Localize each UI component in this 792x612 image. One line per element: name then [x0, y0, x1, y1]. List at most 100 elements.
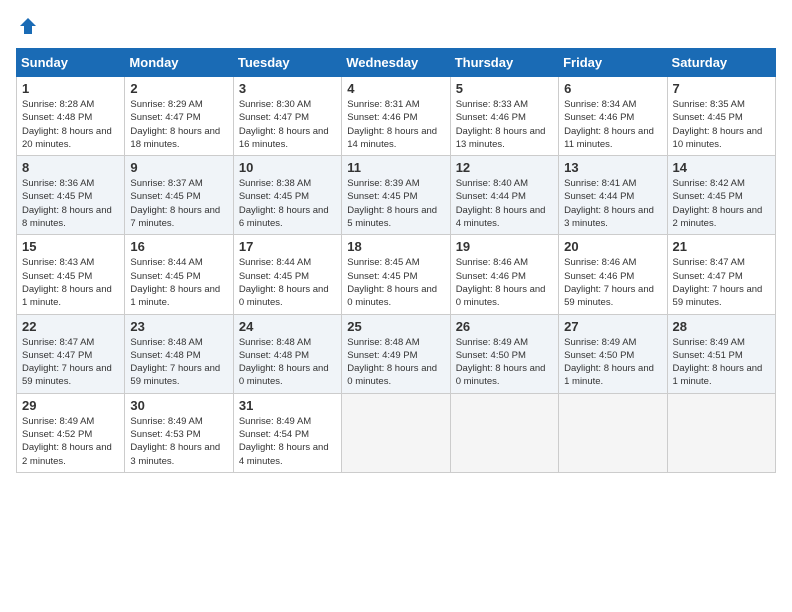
day-info: Sunrise: 8:33 AM Sunset: 4:46 PM Dayligh… — [456, 98, 553, 151]
sunrise-label: Sunrise: 8:42 AM — [673, 178, 745, 189]
day-info: Sunrise: 8:48 AM Sunset: 4:49 PM Dayligh… — [347, 336, 444, 389]
daylight-label: Daylight: 8 hours and 16 minutes. — [239, 126, 329, 150]
sunrise-label: Sunrise: 8:49 AM — [456, 337, 528, 348]
day-info: Sunrise: 8:30 AM Sunset: 4:47 PM Dayligh… — [239, 98, 336, 151]
daylight-label: Daylight: 8 hours and 2 minutes. — [22, 442, 112, 466]
sunrise-label: Sunrise: 8:49 AM — [130, 416, 202, 427]
sunrise-label: Sunrise: 8:46 AM — [456, 257, 528, 268]
sunrise-label: Sunrise: 8:49 AM — [22, 416, 94, 427]
daylight-label: Daylight: 8 hours and 6 minutes. — [239, 205, 329, 229]
sunrise-label: Sunrise: 8:45 AM — [347, 257, 419, 268]
sunrise-label: Sunrise: 8:29 AM — [130, 99, 202, 110]
day-info: Sunrise: 8:37 AM Sunset: 4:45 PM Dayligh… — [130, 177, 227, 230]
daylight-label: Daylight: 8 hours and 2 minutes. — [673, 205, 763, 229]
day-info: Sunrise: 8:39 AM Sunset: 4:45 PM Dayligh… — [347, 177, 444, 230]
day-info: Sunrise: 8:49 AM Sunset: 4:54 PM Dayligh… — [239, 415, 336, 468]
calendar-cell — [342, 393, 450, 472]
day-number: 9 — [130, 160, 227, 175]
day-info: Sunrise: 8:46 AM Sunset: 4:46 PM Dayligh… — [564, 256, 661, 309]
calendar-row-4: 29 Sunrise: 8:49 AM Sunset: 4:52 PM Dayl… — [17, 393, 776, 472]
sunrise-label: Sunrise: 8:48 AM — [239, 337, 311, 348]
day-number: 22 — [22, 319, 119, 334]
calendar-cell: 31 Sunrise: 8:49 AM Sunset: 4:54 PM Dayl… — [233, 393, 341, 472]
daylight-label: Daylight: 8 hours and 1 minute. — [564, 363, 654, 387]
calendar-cell: 3 Sunrise: 8:30 AM Sunset: 4:47 PM Dayli… — [233, 77, 341, 156]
calendar-cell: 4 Sunrise: 8:31 AM Sunset: 4:46 PM Dayli… — [342, 77, 450, 156]
weekday-header-thursday: Thursday — [450, 49, 558, 77]
sunrise-label: Sunrise: 8:46 AM — [564, 257, 636, 268]
daylight-label: Daylight: 8 hours and 20 minutes. — [22, 126, 112, 150]
calendar-cell: 23 Sunrise: 8:48 AM Sunset: 4:48 PM Dayl… — [125, 314, 233, 393]
day-info: Sunrise: 8:44 AM Sunset: 4:45 PM Dayligh… — [130, 256, 227, 309]
day-number: 21 — [673, 239, 770, 254]
sunrise-label: Sunrise: 8:44 AM — [239, 257, 311, 268]
sunset-label: Sunset: 4:48 PM — [239, 350, 309, 361]
day-number: 11 — [347, 160, 444, 175]
day-number: 15 — [22, 239, 119, 254]
calendar-row-1: 8 Sunrise: 8:36 AM Sunset: 4:45 PM Dayli… — [17, 156, 776, 235]
day-info: Sunrise: 8:31 AM Sunset: 4:46 PM Dayligh… — [347, 98, 444, 151]
sunset-label: Sunset: 4:45 PM — [347, 271, 417, 282]
logo — [16, 16, 38, 36]
day-number: 29 — [22, 398, 119, 413]
day-info: Sunrise: 8:49 AM Sunset: 4:51 PM Dayligh… — [673, 336, 770, 389]
calendar-row-0: 1 Sunrise: 8:28 AM Sunset: 4:48 PM Dayli… — [17, 77, 776, 156]
calendar-cell: 30 Sunrise: 8:49 AM Sunset: 4:53 PM Dayl… — [125, 393, 233, 472]
day-number: 26 — [456, 319, 553, 334]
sunrise-label: Sunrise: 8:41 AM — [564, 178, 636, 189]
daylight-label: Daylight: 8 hours and 14 minutes. — [347, 126, 437, 150]
day-info: Sunrise: 8:48 AM Sunset: 4:48 PM Dayligh… — [239, 336, 336, 389]
day-info: Sunrise: 8:28 AM Sunset: 4:48 PM Dayligh… — [22, 98, 119, 151]
sunrise-label: Sunrise: 8:47 AM — [673, 257, 745, 268]
day-info: Sunrise: 8:49 AM Sunset: 4:53 PM Dayligh… — [130, 415, 227, 468]
calendar-cell: 25 Sunrise: 8:48 AM Sunset: 4:49 PM Dayl… — [342, 314, 450, 393]
sunset-label: Sunset: 4:46 PM — [564, 112, 634, 123]
day-number: 1 — [22, 81, 119, 96]
daylight-label: Daylight: 8 hours and 4 minutes. — [239, 442, 329, 466]
calendar-cell: 12 Sunrise: 8:40 AM Sunset: 4:44 PM Dayl… — [450, 156, 558, 235]
sunrise-label: Sunrise: 8:47 AM — [22, 337, 94, 348]
day-number: 28 — [673, 319, 770, 334]
daylight-label: Daylight: 8 hours and 5 minutes. — [347, 205, 437, 229]
sunrise-label: Sunrise: 8:35 AM — [673, 99, 745, 110]
calendar-cell: 14 Sunrise: 8:42 AM Sunset: 4:45 PM Dayl… — [667, 156, 775, 235]
day-info: Sunrise: 8:43 AM Sunset: 4:45 PM Dayligh… — [22, 256, 119, 309]
day-info: Sunrise: 8:42 AM Sunset: 4:45 PM Dayligh… — [673, 177, 770, 230]
sunrise-label: Sunrise: 8:40 AM — [456, 178, 528, 189]
daylight-label: Daylight: 7 hours and 59 minutes. — [22, 363, 112, 387]
day-number: 4 — [347, 81, 444, 96]
daylight-label: Daylight: 8 hours and 0 minutes. — [456, 363, 546, 387]
weekday-header-monday: Monday — [125, 49, 233, 77]
daylight-label: Daylight: 8 hours and 18 minutes. — [130, 126, 220, 150]
sunrise-label: Sunrise: 8:39 AM — [347, 178, 419, 189]
sunrise-label: Sunrise: 8:33 AM — [456, 99, 528, 110]
calendar-cell: 26 Sunrise: 8:49 AM Sunset: 4:50 PM Dayl… — [450, 314, 558, 393]
sunrise-label: Sunrise: 8:36 AM — [22, 178, 94, 189]
sunrise-label: Sunrise: 8:48 AM — [130, 337, 202, 348]
day-info: Sunrise: 8:46 AM Sunset: 4:46 PM Dayligh… — [456, 256, 553, 309]
day-number: 24 — [239, 319, 336, 334]
calendar-cell: 15 Sunrise: 8:43 AM Sunset: 4:45 PM Dayl… — [17, 235, 125, 314]
sunset-label: Sunset: 4:45 PM — [673, 191, 743, 202]
sunset-label: Sunset: 4:45 PM — [239, 271, 309, 282]
day-number: 20 — [564, 239, 661, 254]
daylight-label: Daylight: 8 hours and 3 minutes. — [130, 442, 220, 466]
daylight-label: Daylight: 8 hours and 1 minute. — [130, 284, 220, 308]
sunset-label: Sunset: 4:44 PM — [564, 191, 634, 202]
sunset-label: Sunset: 4:45 PM — [22, 271, 92, 282]
sunset-label: Sunset: 4:47 PM — [22, 350, 92, 361]
calendar-cell: 17 Sunrise: 8:44 AM Sunset: 4:45 PM Dayl… — [233, 235, 341, 314]
sunset-label: Sunset: 4:52 PM — [22, 429, 92, 440]
calendar-cell: 21 Sunrise: 8:47 AM Sunset: 4:47 PM Dayl… — [667, 235, 775, 314]
day-number: 17 — [239, 239, 336, 254]
calendar-cell: 6 Sunrise: 8:34 AM Sunset: 4:46 PM Dayli… — [559, 77, 667, 156]
day-info: Sunrise: 8:29 AM Sunset: 4:47 PM Dayligh… — [130, 98, 227, 151]
day-number: 2 — [130, 81, 227, 96]
day-info: Sunrise: 8:36 AM Sunset: 4:45 PM Dayligh… — [22, 177, 119, 230]
sunset-label: Sunset: 4:45 PM — [130, 191, 200, 202]
sunset-label: Sunset: 4:47 PM — [673, 271, 743, 282]
day-number: 14 — [673, 160, 770, 175]
sunrise-label: Sunrise: 8:44 AM — [130, 257, 202, 268]
daylight-label: Daylight: 8 hours and 8 minutes. — [22, 205, 112, 229]
calendar-cell — [559, 393, 667, 472]
